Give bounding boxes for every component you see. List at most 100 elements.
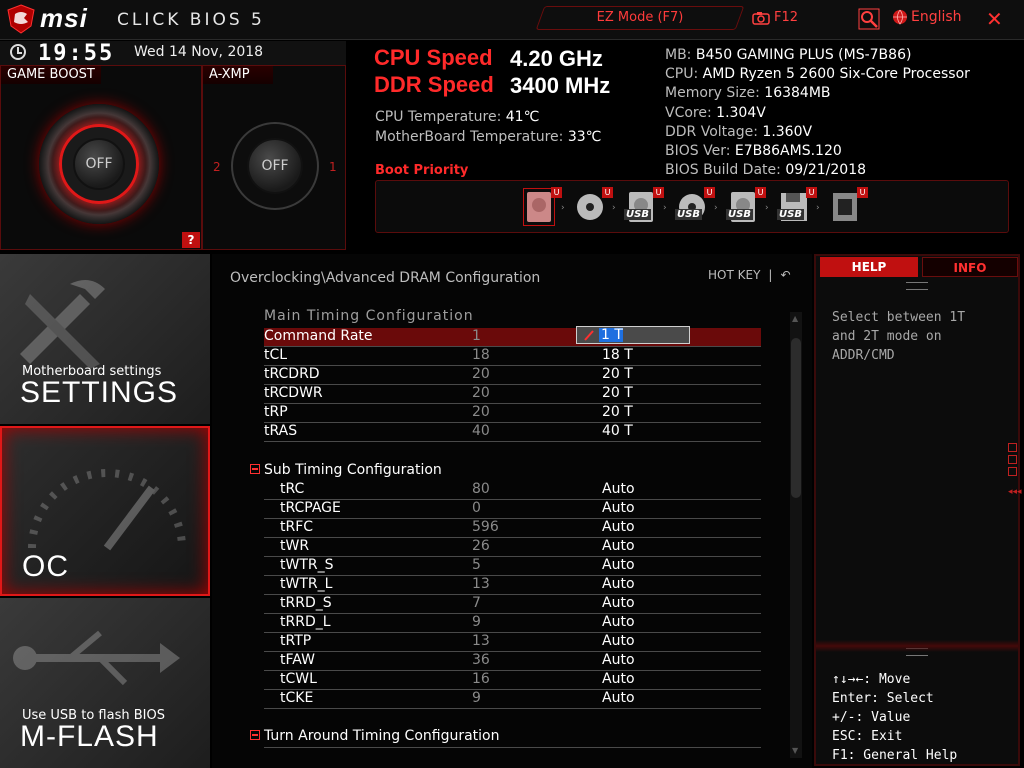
timing-row[interactable]: tRTP 13 Auto [264,633,761,652]
timing-row[interactable]: tWTR_S 5 Auto [264,557,761,576]
uefi-badge: U [755,187,766,198]
scroll-up-icon[interactable]: ▲ [792,314,798,323]
timing-value[interactable]: Auto [602,481,635,497]
timing-name: tCWL [280,671,317,687]
sub-timing-header[interactable]: Sub Timing Configuration [264,462,442,478]
expand-arrows-icon[interactable]: ◂◂◂ [1008,487,1022,497]
timing-value[interactable]: Auto [602,519,635,535]
breadcrumb: Overclocking\Advanced DRAM Configuration [230,270,541,286]
timing-row[interactable]: tRCPAGE 0 Auto [264,500,761,519]
timing-name: tRP [264,404,288,420]
language-button[interactable]: English [892,9,962,25]
timing-value[interactable]: Auto [602,538,635,554]
timing-value[interactable]: Auto [602,576,635,592]
timing-value[interactable]: Auto [602,500,635,516]
tab-info[interactable]: INFO [922,257,1018,277]
nav-mflash[interactable]: Use USB to flash BIOS M-FLASH [0,598,210,768]
timing-value[interactable]: Auto [602,652,635,668]
timing-value: 1 T [601,327,623,343]
nav-settings-title: SETTINGS [20,376,179,409]
game-boost-help-button[interactable]: ? [182,232,200,248]
timing-current: 40 [472,423,490,439]
game-boost-knob[interactable]: OFF [73,138,125,190]
timing-value[interactable]: 18 T [602,347,633,363]
side-tab-square[interactable] [1008,455,1017,464]
sub-timing-collapse-icon[interactable] [250,464,260,474]
timing-name: tRAS [264,423,298,439]
timing-row[interactable]: tRFC 596 Auto [264,519,761,538]
boot-order-arrow-icon: › [714,203,718,213]
key-legend: ↑↓→←: Move Enter: Select +/-: Value ESC: Ex… [832,670,957,765]
timing-value[interactable]: Auto [602,614,635,630]
axmp-knob[interactable]: OFF [247,138,303,194]
timing-row[interactable]: tRC 80 Auto [264,481,761,500]
sysinfo-value: AMD Ryzen 5 2600 Six-Core Processor [702,66,970,83]
timing-name: tCL [264,347,288,363]
side-tab-square[interactable] [1008,467,1017,476]
timing-value[interactable]: Auto [602,633,635,649]
hotkey-label[interactable]: HOT KEY [708,268,760,282]
turnaround-collapse-icon[interactable] [250,730,260,740]
scroll-down-icon[interactable]: ▼ [792,746,798,755]
msi-dragon-logo-icon [7,4,35,34]
value-input[interactable]: 1 T [576,326,690,344]
timing-row[interactable]: tCL 18 18 T [264,347,761,366]
optical-disc-icon[interactable]: U [575,187,613,225]
tab-help[interactable]: HELP [820,257,918,277]
timing-value[interactable]: 20 T [602,404,633,420]
timing-row[interactable]: tRAS 40 40 T [264,423,761,442]
ez-mode-button[interactable]: EZ Mode (F7) [535,6,745,30]
turnaround-header[interactable]: Turn Around Timing Configuration [264,728,500,744]
uefi-badge: U [602,187,613,198]
side-tab-handles[interactable]: ◂◂◂ [1008,443,1022,498]
timing-value[interactable]: 20 T [602,385,633,401]
network-icon[interactable]: U [830,187,868,225]
back-icon[interactable]: ↶ [780,268,790,282]
ez-mode-label: EZ Mode (F7) [596,10,684,25]
timing-row[interactable]: tWTR_L 13 Auto [264,576,761,595]
timing-row[interactable]: tCWL 16 Auto [264,671,761,690]
timing-row[interactable]: tRP 20 20 T [264,404,761,423]
product-name: CLICK BIOS 5 [117,10,265,30]
help-divider [816,640,1018,652]
timing-name: tWTR_S [280,557,334,573]
usb-key-icon[interactable]: U USB [726,187,766,225]
usb-hdd-icon[interactable]: U USB [624,187,664,225]
timing-row[interactable]: tCKE 9 Auto [264,690,761,709]
main-scrollbar[interactable]: ▲ ▼ [790,312,802,758]
timing-current: 7 [472,595,481,611]
boot-order-arrow-icon: › [663,203,667,213]
scroll-thumb[interactable] [791,338,801,498]
close-icon[interactable]: ✕ [986,7,1003,31]
timing-row[interactable]: tRCDWR 20 20 T [264,385,761,404]
usb-floppy-icon[interactable]: U USB [777,187,817,225]
timing-row[interactable]: tWR 26 Auto [264,538,761,557]
search-icon[interactable] [858,8,880,30]
timing-value[interactable]: 40 T [602,423,633,439]
help-scroll-up-icon[interactable] [906,282,928,290]
timing-value[interactable]: Auto [602,595,635,611]
nav-oc[interactable]: OC [0,426,210,596]
screenshot-button[interactable]: F12 [752,10,798,25]
timing-row[interactable]: tRCDRD 20 20 T [264,366,761,385]
hdd-icon[interactable]: U [523,187,562,226]
timing-value[interactable]: Auto [602,690,635,706]
timing-row[interactable]: Command Rate 1 1 T [264,326,761,347]
side-tab-square[interactable] [1008,443,1017,452]
mb-temperature: MotherBoard Temperature: 33℃ [375,129,601,145]
nav-settings[interactable]: Motherboard settings SETTINGS [0,254,210,424]
axmp-profile-1[interactable]: 1 [329,160,337,174]
uefi-badge: U [551,187,562,198]
nav-oc-title: OC [22,550,69,583]
timing-row[interactable]: tRRD_S 7 Auto [264,595,761,614]
timing-row[interactable]: tFAW 36 Auto [264,652,761,671]
timing-value[interactable]: Auto [602,557,635,573]
globe-icon [893,9,907,25]
timing-current: 18 [472,347,490,363]
axmp-profile-2[interactable]: 2 [213,160,221,174]
timing-value[interactable]: 20 T [602,366,633,382]
timing-row[interactable]: tRRD_L 9 Auto [264,614,761,633]
timing-current: 5 [472,557,481,573]
timing-value[interactable]: Auto [602,671,635,687]
usb-optical-icon[interactable]: U USB [675,187,715,225]
